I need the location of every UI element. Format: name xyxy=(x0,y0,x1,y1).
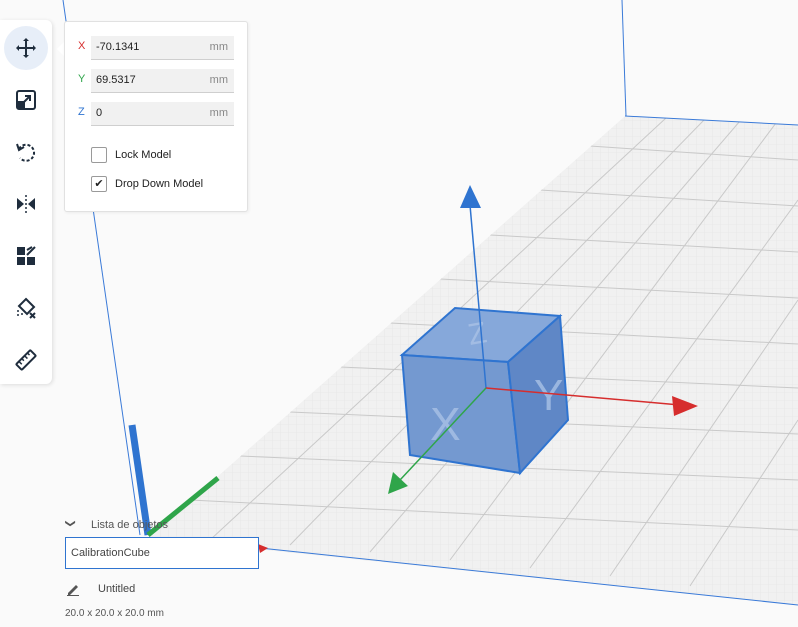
z-axis-label: Z xyxy=(78,106,85,118)
rotate-icon xyxy=(16,143,36,162)
mirror-tool-button[interactable] xyxy=(4,182,48,226)
support-blocker-icon xyxy=(17,297,36,319)
project-name: Untitled xyxy=(98,583,136,595)
per-model-settings-icon xyxy=(17,246,36,265)
svg-text:Y: Y xyxy=(534,371,563,420)
y-axis-label: Y xyxy=(78,73,86,85)
x-unit-label: mm xyxy=(209,41,228,53)
calibration-cube-model[interactable]: Z X Y xyxy=(399,306,570,476)
drop-down-model-label: Drop Down Model xyxy=(115,178,204,190)
y-position-value: 69.5317 xyxy=(96,74,136,86)
measure-icon xyxy=(15,349,37,371)
lock-model-label: Lock Model xyxy=(115,149,172,161)
y-coordinate-row: Y 69.5317 mm xyxy=(65,69,247,93)
support-blocker-button[interactable] xyxy=(4,286,48,330)
object-list-toggle[interactable]: ❯ Lista de objetos xyxy=(64,518,266,534)
gizmo-z-arrow[interactable] xyxy=(460,185,481,208)
lock-model-option[interactable]: Lock Model xyxy=(91,147,241,165)
tool-sidebar xyxy=(0,20,52,384)
object-name-value: CalibrationCube xyxy=(71,547,150,559)
x-position-input[interactable]: -70.1341 mm xyxy=(91,36,234,60)
x-axis-label: X xyxy=(78,40,86,52)
object-list-title: Lista de objetos xyxy=(91,519,169,531)
drop-down-model-option[interactable]: ✔ Drop Down Model xyxy=(91,176,241,194)
model-dimensions: 20.0 x 20.0 x 20.0 mm xyxy=(65,608,164,619)
object-name-field[interactable]: CalibrationCube xyxy=(65,537,259,569)
z-unit-label: mm xyxy=(209,107,228,119)
rotate-tool-button[interactable] xyxy=(4,130,48,174)
x-position-value: -70.1341 xyxy=(96,41,140,53)
drop-down-model-checkbox[interactable]: ✔ xyxy=(91,176,107,192)
per-model-settings-button[interactable] xyxy=(4,234,48,278)
lock-model-checkbox[interactable] xyxy=(91,147,107,163)
y-unit-label: mm xyxy=(209,74,228,86)
mirror-icon xyxy=(17,195,35,213)
scale-tool-button[interactable] xyxy=(4,78,48,122)
move-icon xyxy=(16,38,36,58)
y-position-input[interactable]: 69.5317 mm xyxy=(91,69,234,93)
z-coordinate-row: Z 0 mm xyxy=(65,102,247,126)
z-position-value: 0 xyxy=(96,107,103,119)
z-position-input[interactable]: 0 mm xyxy=(91,102,234,126)
chevron-down-icon: ❯ xyxy=(64,519,76,528)
pencil-icon[interactable] xyxy=(66,582,80,596)
x-coordinate-row: X -70.1341 mm xyxy=(65,36,247,60)
project-name-row[interactable]: Untitled xyxy=(66,582,266,598)
build-volume-edge xyxy=(621,0,627,117)
move-settings-panel: X -70.1341 mm Y 69.5317 mm Z 0 mm Lock M… xyxy=(64,21,248,212)
move-tool-button[interactable] xyxy=(4,26,48,70)
scale-icon xyxy=(16,90,36,110)
measure-tool-button[interactable] xyxy=(4,338,48,382)
